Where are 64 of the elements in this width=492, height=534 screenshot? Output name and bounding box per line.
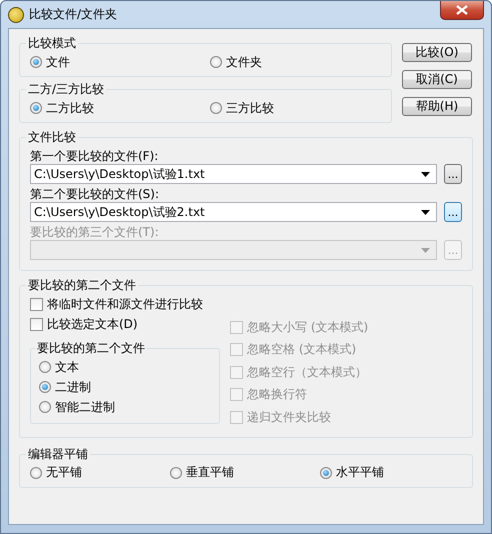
group-label: 比较模式: [27, 35, 77, 52]
checkbox[interactable]: [30, 298, 43, 310]
file-combo-box[interactable]: C:\Users\y\Desktop\试验2.txt: [30, 202, 437, 222]
field-label: 要比较的第三个文件(T):: [30, 224, 160, 240]
group-label: 二方/三方比较: [27, 81, 106, 98]
radio-button[interactable]: [30, 102, 42, 114]
checkbox-label: 递归文件夹比较: [247, 408, 331, 426]
radio-label: 智能二进制: [55, 398, 115, 416]
checkbox-label: 忽略换行符: [247, 386, 307, 404]
radio-option[interactable]: 文本: [39, 357, 211, 377]
radio-label: 文本: [55, 358, 79, 376]
checkbox-option[interactable]: 比较选定文本(D): [30, 314, 220, 334]
caret-icon: [421, 172, 430, 176]
radio-button[interactable]: [39, 401, 51, 413]
checkbox-label: 忽略空格 (文本模式): [247, 341, 356, 358]
dialog-button[interactable]: 比较(O): [402, 43, 472, 62]
dialog-button[interactable]: 帮助(H): [402, 97, 472, 116]
radio-option[interactable]: 二方比较: [30, 98, 210, 118]
radio-option[interactable]: 二进制: [39, 377, 211, 397]
checkbox-label: 忽略大小写 (文本模式): [247, 318, 368, 336]
browse-button[interactable]: ...: [444, 202, 462, 222]
radio-option[interactable]: 文件: [30, 52, 210, 72]
radio-button[interactable]: [210, 102, 222, 114]
group-label: 文件比较: [27, 129, 77, 146]
radio-label: 二方比较: [46, 100, 94, 116]
group-label: 要比较的第二个文件: [36, 340, 146, 357]
radio-label: 水平平铺: [336, 464, 384, 481]
radio-label: 文件夹: [226, 54, 262, 70]
field-label: 第二个要比较的文件(S):: [30, 186, 160, 202]
radio-option[interactable]: 文件夹: [210, 52, 381, 72]
radio-button[interactable]: [39, 361, 51, 373]
file-combo-box[interactable]: C:\Users\y\Desktop\试验1.txt: [30, 164, 437, 184]
checkbox-label: 比较选定文本(D): [47, 316, 138, 332]
radio-label: 二进制: [55, 378, 91, 396]
window-title: 比较文件/文件夹: [29, 6, 118, 23]
radio-button[interactable]: [30, 466, 42, 478]
close-button[interactable]: [440, 1, 484, 20]
checkbox-option[interactable]: 将临时文件和源文件进行比较: [30, 294, 220, 314]
close-icon: [456, 5, 468, 15]
radio-button[interactable]: [170, 466, 182, 478]
radio-option[interactable]: 三方比较: [210, 98, 381, 118]
radio-button[interactable]: [320, 466, 332, 478]
radio-button[interactable]: [39, 381, 51, 393]
checkbox[interactable]: [30, 318, 43, 330]
radio-label: 三方比较: [226, 100, 274, 116]
app-icon: [8, 6, 24, 22]
radio-option[interactable]: 智能二进制: [39, 397, 211, 417]
checkbox-label: 将临时文件和源文件进行比较: [47, 296, 203, 312]
checkbox-label: 忽略空行（文本模式）: [247, 364, 367, 381]
radio-button[interactable]: [210, 56, 222, 68]
group-label: 编辑器平铺: [27, 446, 89, 462]
radio-label: 垂直平铺: [186, 464, 234, 481]
dialog-button[interactable]: 取消(C): [402, 70, 472, 89]
radio-button[interactable]: [30, 56, 42, 68]
radio-option[interactable]: 无平铺: [30, 462, 170, 482]
caret-icon: [421, 210, 430, 214]
browse-button[interactable]: ...: [444, 164, 462, 184]
group-label: 要比较的第二个文件: [27, 277, 137, 294]
caret-icon: [421, 248, 430, 252]
radio-option[interactable]: 水平平铺: [320, 462, 462, 482]
radio-label: 文件: [46, 54, 70, 70]
field-label: 第一个要比较的文件(F):: [30, 148, 160, 164]
radio-label: 无平铺: [46, 464, 82, 481]
radio-option[interactable]: 垂直平铺: [170, 462, 320, 482]
